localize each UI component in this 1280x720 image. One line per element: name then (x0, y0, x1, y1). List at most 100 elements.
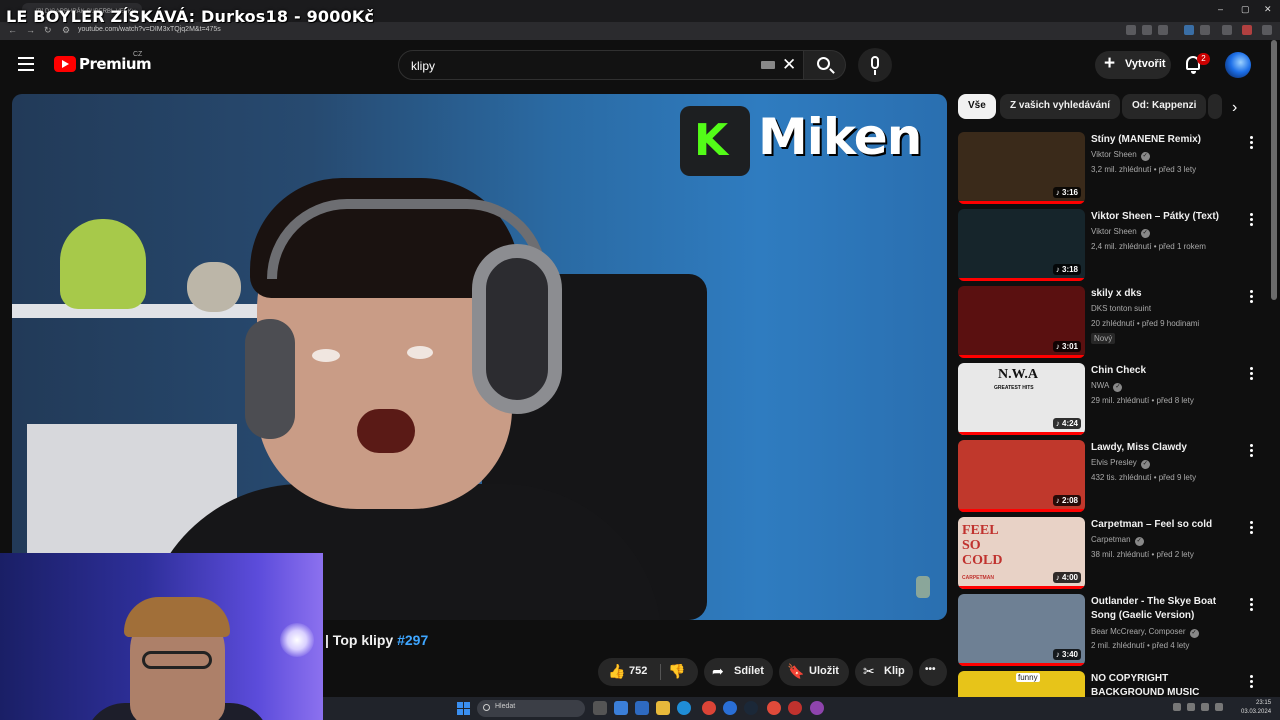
extensions-puzzle-icon[interactable] (1200, 25, 1210, 35)
more-options-icon[interactable] (1250, 675, 1254, 689)
like-icon[interactable]: 👍 (608, 663, 625, 680)
channel-name[interactable]: Viktor Sheen ✓ (1091, 227, 1150, 238)
recommendation-item[interactable]: ♪ 3:18 Viktor Sheen – Pátky (Text) Viktor … (958, 209, 1258, 283)
tray-icon[interactable] (1173, 703, 1181, 711)
taskbar-clock[interactable]: 23:15 03.03.2024 (1241, 699, 1271, 717)
task-view-icon[interactable] (593, 701, 607, 715)
url-text[interactable]: youtube.com/watch?v=DIM3xTQjq2M&t=475s (78, 26, 221, 33)
create-button[interactable]: + Vytvořit (1095, 51, 1171, 79)
maximize-icon[interactable]: ▢ (1241, 4, 1250, 15)
video-thumbnail[interactable]: ♪ 3:18 (958, 209, 1085, 281)
site-info-icon[interactable]: ⚙ (62, 25, 70, 36)
recommendation-title[interactable]: Outlander - The Skye Boat Song (Gaelic V… (1091, 595, 1241, 623)
app-icon[interactable] (788, 701, 802, 715)
recommendation-item[interactable]: ♪ 3:16 Stíny (MANENE Remix) Viktor Sheen ✓ 3… (958, 132, 1258, 206)
windows-start-icon[interactable] (457, 702, 470, 715)
more-options-icon[interactable] (1250, 367, 1254, 381)
channel-name[interactable]: Bear McCreary, Composer ✓ (1091, 627, 1199, 638)
channel-name[interactable]: NWA ✓ (1091, 381, 1123, 392)
menu-icon[interactable] (18, 57, 34, 71)
more-options-icon[interactable] (1250, 213, 1254, 227)
recommendation-title[interactable]: skily x dks (1091, 287, 1241, 301)
video-thumbnail[interactable]: ♪ 3:40 (958, 594, 1085, 666)
recommendation-item[interactable]: N.W.A GREATEST HITS ♪ 4:24 Chin Check NWA ✓ 29… (958, 363, 1258, 437)
recommendation-title[interactable]: Lawdy, Miss Clawdy (1091, 441, 1241, 455)
app-icon[interactable] (723, 701, 737, 715)
reload-icon[interactable]: ↻ (44, 25, 52, 36)
bookmark-star-icon[interactable] (1158, 25, 1168, 35)
chip-from-searches[interactable]: Z vašich vyhledávání (1000, 94, 1121, 119)
widgets-icon[interactable] (614, 701, 628, 715)
chrome-icon[interactable] (702, 701, 716, 715)
close-window-icon[interactable]: ✕ (1264, 4, 1272, 15)
recommendation-title[interactable]: Viktor Sheen – Pátky (Text) (1091, 210, 1241, 224)
recommendation-title[interactable]: Carpetman – Feel so cold (1091, 518, 1241, 532)
video-thumbnail[interactable]: ♪ 3:16 (958, 132, 1085, 204)
video-player[interactable]: K Miken (12, 94, 947, 620)
forward-icon[interactable]: → (26, 25, 35, 35)
more-actions-button[interactable]: ••• (919, 658, 947, 686)
channel-name[interactable]: DKS tonton suint (1091, 304, 1151, 313)
chip-all[interactable]: Vše (958, 94, 996, 119)
chip-overflow[interactable] (1208, 94, 1222, 119)
recommendation-item[interactable]: ♪ 3:40 Outlander - The Skye Boat Song (Ga… (958, 594, 1258, 668)
duration-badge: ♪ 4:00 (1052, 572, 1081, 583)
back-icon[interactable]: ← (8, 25, 17, 35)
extension-icon[interactable] (1184, 25, 1194, 35)
recommendation-item[interactable]: ♪ 3:01 skily x dks DKS tonton suint 20 zhlé… (958, 286, 1258, 360)
taskbar-search-input[interactable]: Hledat (477, 700, 585, 717)
more-options-icon[interactable] (1250, 598, 1254, 612)
clip-button[interactable]: ✂ Klip (855, 658, 913, 686)
profile-icon[interactable] (1242, 25, 1252, 35)
more-options-icon[interactable] (1250, 290, 1254, 304)
cast-icon[interactable] (1142, 25, 1152, 35)
network-icon[interactable] (1201, 703, 1209, 711)
page-scrollbar[interactable] (1271, 40, 1277, 300)
more-options-icon[interactable] (1250, 444, 1254, 458)
overlay-channel-name: Miken (758, 108, 922, 166)
view-meta: 2,4 mil. zhlédnutí • před 1 rokem (1091, 242, 1206, 251)
chips-next-icon[interactable]: › (1232, 99, 1237, 117)
channel-name[interactable]: Elvis Presley ✓ (1091, 458, 1150, 469)
more-options-icon[interactable] (1250, 136, 1254, 150)
channel-name[interactable]: Carpetman ✓ (1091, 535, 1144, 546)
recommendation-title[interactable]: Chin Check (1091, 364, 1241, 378)
save-button[interactable]: 🔖 Uložit (779, 658, 849, 686)
browser-menu-icon[interactable] (1262, 25, 1272, 35)
video-thumbnail[interactable]: N.W.A GREATEST HITS ♪ 4:24 (958, 363, 1085, 435)
kick-logo-icon: K (680, 106, 750, 176)
clear-search-icon[interactable]: ✕ (782, 55, 796, 75)
file-explorer-icon[interactable] (656, 701, 670, 715)
zoom-icon[interactable] (1126, 25, 1136, 35)
video-thumbnail[interactable]: ♪ 2:08 (958, 440, 1085, 512)
voice-search-button[interactable] (858, 48, 892, 82)
tray-icon[interactable] (1187, 703, 1195, 711)
search-button[interactable] (804, 50, 846, 80)
more-options-icon[interactable] (1250, 521, 1254, 535)
app-icon[interactable] (767, 701, 781, 715)
recommendation-item[interactable]: ♪ 2:08 Lawdy, Miss Clawdy Elvis Presley ✓ 43… (958, 440, 1258, 514)
video-title-hashtag[interactable]: #297 (397, 632, 428, 648)
keyboard-icon[interactable] (761, 61, 775, 69)
volume-icon[interactable] (1215, 703, 1223, 711)
store-icon[interactable] (635, 701, 649, 715)
search-input[interactable]: klipy ✕ (398, 50, 804, 80)
chip-from-channel[interactable]: Od: Kappenzi (1122, 94, 1207, 119)
recommendation-title[interactable]: Stíny (MANENE Remix) (1091, 133, 1241, 147)
minimize-icon[interactable]: – (1218, 4, 1223, 14)
edge-icon[interactable] (677, 701, 691, 715)
verified-check-icon: ✓ (1140, 229, 1150, 238)
dislike-icon[interactable]: 👎 (668, 663, 685, 680)
channel-name[interactable]: Viktor Sheen ✓ (1091, 150, 1150, 161)
video-thumbnail[interactable]: FEEL SO COLD CARPETMAN ♪ 4:00 (958, 517, 1085, 589)
channel-name-text: Elvis Presley (1091, 458, 1137, 467)
youtube-premium-logo[interactable]: Premium CZ (54, 51, 164, 76)
steam-icon[interactable] (744, 701, 758, 715)
video-thumbnail[interactable]: ♪ 3:01 (958, 286, 1085, 358)
avatar[interactable] (1225, 52, 1251, 78)
thumbnail-art (986, 132, 1056, 204)
recommendation-item[interactable]: FEEL SO COLD CARPETMAN ♪ 4:00 Carpetman – F… (958, 517, 1258, 591)
app-icon[interactable] (810, 701, 824, 715)
share-button[interactable]: ➦ Sdílet (704, 658, 773, 686)
sidebar-icon[interactable] (1222, 25, 1232, 35)
